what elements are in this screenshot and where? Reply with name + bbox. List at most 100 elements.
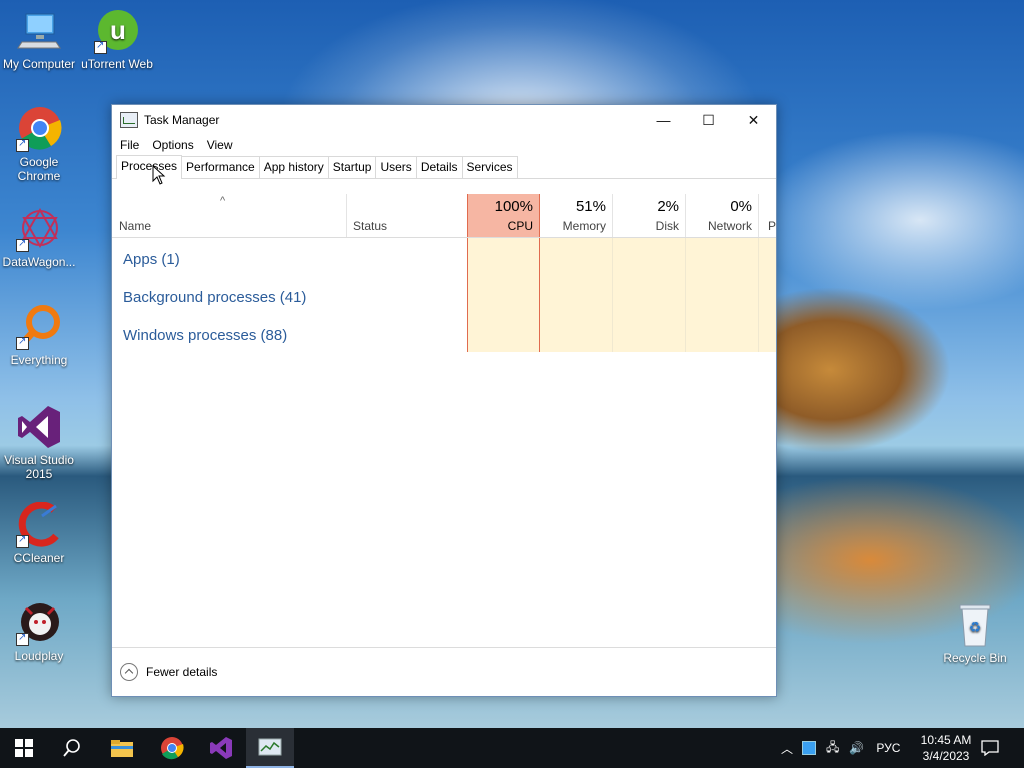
shortcut-arrow-icon [94, 39, 107, 54]
task-manager-icon [258, 738, 282, 756]
tray-app-icon[interactable] [802, 741, 816, 755]
taskbar-visual-studio[interactable] [197, 728, 245, 768]
column-header-name[interactable]: ^ Name [112, 194, 347, 237]
minimize-icon: — [656, 112, 671, 128]
utorrent-icon: u [94, 8, 140, 54]
desktop-icon-ccleaner[interactable]: CCleaner [0, 501, 78, 565]
clock-date: 3/4/2023 [922, 749, 970, 763]
tab-details[interactable]: Details [415, 156, 463, 178]
minimize-button[interactable]: — [641, 105, 686, 135]
menu-view[interactable]: View [203, 138, 237, 152]
column-label: Status [353, 219, 388, 233]
tab-users[interactable]: Users [375, 156, 417, 178]
ccleaner-icon [16, 501, 62, 548]
desktop-icon-label: Everything [10, 353, 68, 367]
column-header-network[interactable]: 0% Network [686, 194, 759, 237]
menu-file[interactable]: File [116, 138, 143, 152]
column-header-memory[interactable]: 51% Memory [540, 194, 613, 237]
tab-performance[interactable]: Performance [181, 156, 260, 178]
desktop-icon-label: CCleaner [13, 551, 65, 565]
memory-heat-band [540, 238, 613, 352]
tab-services[interactable]: Services [461, 156, 518, 178]
recycle-bin-icon: ♻ [952, 602, 998, 648]
desktop-icon-visual-studio[interactable]: Visual Studio 2015 [0, 404, 78, 481]
window-title: Task Manager [144, 113, 220, 127]
tab-app-history[interactable]: App history [258, 156, 329, 178]
group-row-windows-processes[interactable]: Windows processes (88) [123, 327, 287, 344]
maximize-button[interactable]: ☐ [686, 105, 731, 135]
shortcut-arrow-icon [16, 137, 29, 152]
column-header-disk[interactable]: 2% Disk [613, 194, 686, 237]
table-body: Apps (1) Background processes (41) Windo… [112, 238, 776, 352]
process-table: ^ Name Status 100% CPU 51% Memory 2% Dis… [112, 194, 776, 352]
power-heat-band [759, 238, 776, 352]
column-header-status[interactable]: Status [347, 194, 467, 237]
taskbar: ︿ 🖧 🔊 РУС 10:45 AM 3/4/2023 [0, 728, 1024, 768]
tab-processes[interactable]: Processes [116, 155, 183, 179]
column-header-cpu[interactable]: 100% CPU [467, 194, 540, 237]
memory-percent: 51% [575, 198, 606, 215]
visual-studio-icon [16, 404, 62, 450]
datawagon-icon [16, 206, 62, 252]
title-bar[interactable]: Task Manager — ☐ ✕ [112, 105, 776, 135]
shortcut-arrow-icon [16, 631, 29, 646]
column-label: Memory [562, 219, 606, 233]
desktop-icon-google-chrome[interactable]: Google Chrome [0, 106, 78, 183]
cpu-heat-band [467, 238, 540, 352]
desktop-icon-label: DataWagon... [2, 255, 76, 269]
shortcut-arrow-icon [16, 335, 29, 350]
table-header: ^ Name Status 100% CPU 51% Memory 2% Dis… [112, 194, 776, 238]
column-label: Disk [655, 219, 679, 233]
tab-startup[interactable]: Startup [327, 156, 377, 178]
volume-icon[interactable]: 🔊 [849, 741, 864, 755]
window-controls: — ☐ ✕ [641, 105, 776, 135]
action-center-button[interactable] [968, 728, 1012, 768]
everything-search-icon [16, 304, 62, 350]
loudplay-lion-icon [16, 600, 62, 646]
desktop-icon-label: Recycle Bin [943, 651, 1007, 665]
taskbar-file-explorer[interactable] [98, 728, 146, 768]
column-header-power[interactable]: P [759, 194, 776, 237]
shortcut-arrow-icon [16, 237, 29, 252]
group-row-apps[interactable]: Apps (1) [123, 251, 180, 268]
desktop-icon-recycle-bin[interactable]: ♻ Recycle Bin [936, 602, 1014, 665]
network-percent: 0% [730, 198, 752, 215]
chevron-up-circle-icon[interactable] [120, 663, 138, 681]
search-button[interactable] [48, 728, 96, 768]
column-label: P [768, 219, 776, 233]
task-manager-window: Task Manager — ☐ ✕ File Options View Pro… [111, 104, 777, 697]
taskbar-chrome[interactable] [148, 728, 196, 768]
network-icon[interactable]: 🖧 [826, 738, 839, 759]
language-indicator[interactable]: РУС [876, 741, 900, 755]
taskbar-task-manager[interactable] [246, 728, 294, 768]
system-tray: ︿ 🖧 🔊 РУС [778, 728, 900, 768]
close-icon: ✕ [747, 111, 760, 128]
folder-icon [111, 740, 133, 757]
column-label: Network [707, 219, 752, 233]
desktop-icon-label: Visual Studio 2015 [4, 453, 74, 481]
chrome-icon [16, 106, 62, 152]
fewer-details-link[interactable]: Fewer details [146, 665, 217, 679]
menu-options[interactable]: Options [148, 138, 197, 152]
svg-text:u: u [110, 15, 126, 45]
desktop-icon-label: uTorrent Web [81, 57, 153, 71]
desktop-icon-label: Loudplay [14, 649, 64, 663]
search-icon [63, 739, 80, 757]
visual-studio-icon [210, 737, 232, 759]
desktop-icon-label: My Computer [2, 57, 76, 71]
desktop-icon-my-computer[interactable]: My Computer [0, 8, 78, 71]
disk-percent: 2% [657, 198, 679, 215]
chevron-up-icon[interactable]: ︿ [778, 740, 796, 757]
start-button[interactable] [0, 728, 48, 768]
close-button[interactable]: ✕ [731, 105, 776, 135]
windows-logo-icon [15, 739, 33, 757]
desktop-icon-everything[interactable]: Everything [0, 304, 78, 367]
desktop-icon-utorrent[interactable]: u uTorrent Web [78, 8, 156, 71]
details-footer: Fewer details [112, 647, 776, 696]
desktop-icon-datawagon[interactable]: DataWagon... [0, 206, 78, 269]
network-heat-band [686, 238, 759, 352]
column-label: Name [119, 219, 152, 233]
group-row-background-processes[interactable]: Background processes (41) [123, 289, 306, 306]
taskbar-clock[interactable]: 10:45 AM 3/4/2023 [916, 732, 976, 764]
desktop-icon-loudplay[interactable]: Loudplay [0, 600, 78, 663]
